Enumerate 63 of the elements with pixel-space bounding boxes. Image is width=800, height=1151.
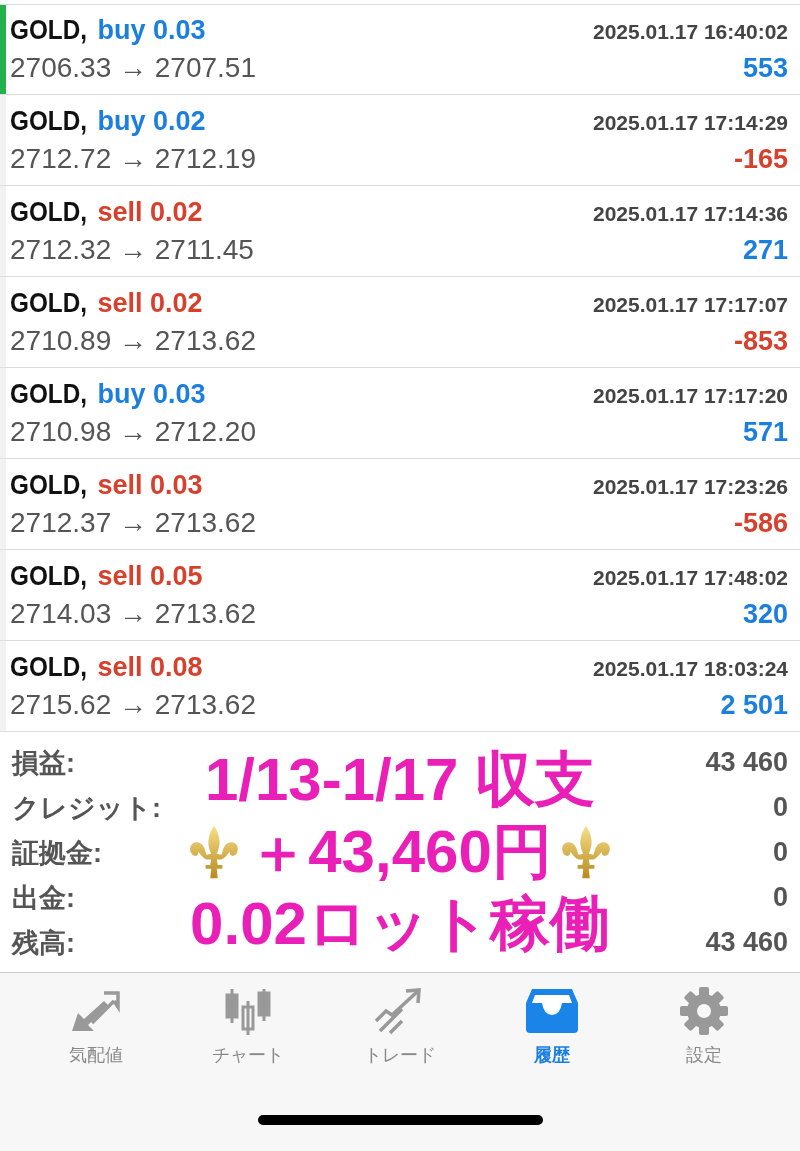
deal-time: 2025.01.17 16:40:02 (593, 20, 788, 44)
symbol-label: GOLD, (10, 287, 87, 319)
symbol-label: GOLD, (10, 15, 87, 46)
overlay-caption: 0.02ロット稼働 (190, 888, 610, 959)
price-range: 2712.37 → 2713.62 (10, 506, 256, 539)
deal-row[interactable]: GOLD, sell 0.08 2025.01.17 18:03:24 2715.62 → 2713.62 2 501 (0, 641, 800, 732)
inbox-tray-icon (524, 987, 580, 1035)
summary-label: 証拠金: (12, 836, 102, 870)
summary-label: 出金: (12, 881, 75, 915)
deal-row[interactable]: GOLD, sell 0.03 2025.01.17 17:23:26 2712.37 → 2713.62 -586 (0, 459, 800, 550)
summary-label: 残高: (12, 926, 75, 960)
deal-type-volume: sell 0.03 (97, 469, 203, 501)
overlay-caption: ＋43,460円 (248, 816, 552, 887)
symbol-label: GOLD, (10, 560, 87, 592)
price-range: 2710.89 → 2713.62 (10, 324, 256, 357)
tab-item[interactable]: 履歴 (492, 987, 612, 1083)
summary-value: 0 (772, 792, 788, 823)
summary-label: 損益: (12, 746, 75, 780)
deal-time: 2025.01.17 17:14:36 (593, 201, 788, 226)
deal-type-volume: sell 0.02 (97, 196, 203, 228)
summary-value: 0 (772, 882, 788, 913)
price-range: 2712.32 → 2711.45 (10, 233, 254, 266)
deal-row[interactable]: GOLD, sell 0.02 2025.01.17 17:14:36 2712.32 → 2711.45 271 (0, 186, 800, 277)
price-range: 2712.72 → 2712.19 (10, 142, 256, 175)
deal-row[interactable]: GOLD, buy 0.02 2025.01.17 17:14:29 2712.72 → 2712.19 -165 (0, 95, 800, 186)
profit-value: 2 501 (720, 689, 788, 721)
deal-row[interactable]: GOLD, sell 0.02 2025.01.17 17:17:07 2710.89 → 2713.62 -853 (0, 277, 800, 368)
profit-value: -853 (733, 325, 788, 357)
deal-type-volume: buy 0.03 (97, 15, 206, 46)
summary-label: クレジット: (12, 791, 161, 825)
symbol-label: GOLD, (10, 105, 87, 137)
profit-value: 571 (742, 416, 788, 448)
profit-value: 320 (742, 598, 788, 630)
summary-value: 43 460 (705, 927, 788, 958)
overlay-caption: 1/13-1/17 収支 (204, 744, 596, 815)
deal-time: 2025.01.17 18:03:24 (593, 656, 788, 681)
profit-value: 271 (742, 234, 788, 266)
price-range: 2715.62 → 2713.62 (10, 688, 256, 721)
profit-value: 553 (742, 53, 788, 84)
symbol-label: GOLD, (10, 378, 87, 410)
summary-value: 0 (772, 837, 788, 868)
price-range: 2714.03 → 2713.62 (10, 597, 256, 630)
deal-type-volume: buy 0.02 (97, 105, 206, 137)
price-range: 2710.98 → 2712.20 (10, 415, 256, 448)
profit-value: -586 (733, 507, 788, 539)
deal-type-volume: sell 0.08 (97, 651, 203, 683)
deal-type-volume: sell 0.05 (97, 560, 203, 592)
symbol-label: GOLD, (10, 196, 87, 228)
deal-row[interactable]: GOLD, buy 0.03 2025.01.17 17:17:20 2710.98 → 2712.20 571 (0, 368, 800, 459)
symbol-label: GOLD, (10, 651, 87, 683)
deal-time: 2025.01.17 17:48:02 (593, 565, 788, 590)
deal-time: 2025.01.17 17:17:20 (593, 383, 788, 408)
price-range: 2706.33 → 2707.51 (10, 52, 256, 84)
deal-time: 2025.01.17 17:17:07 (593, 292, 788, 317)
deal-time: 2025.01.17 17:23:26 (593, 474, 788, 499)
symbol-label: GOLD, (10, 469, 87, 501)
deal-type-volume: buy 0.03 (97, 378, 206, 410)
deal-row[interactable]: GOLD, sell 0.05 2025.01.17 17:48:02 2714.03 → 2713.62 320 (0, 550, 800, 641)
profit-value: -165 (733, 143, 788, 175)
deal-row[interactable]: GOLD, buy 0.03 2025.01.17 16:40:02 2706.33 → 2707.51 553 (0, 4, 800, 95)
deal-time: 2025.01.17 17:14:29 (593, 110, 788, 135)
deal-type-volume: sell 0.02 (97, 287, 203, 319)
summary-value: 43 460 (705, 747, 788, 778)
